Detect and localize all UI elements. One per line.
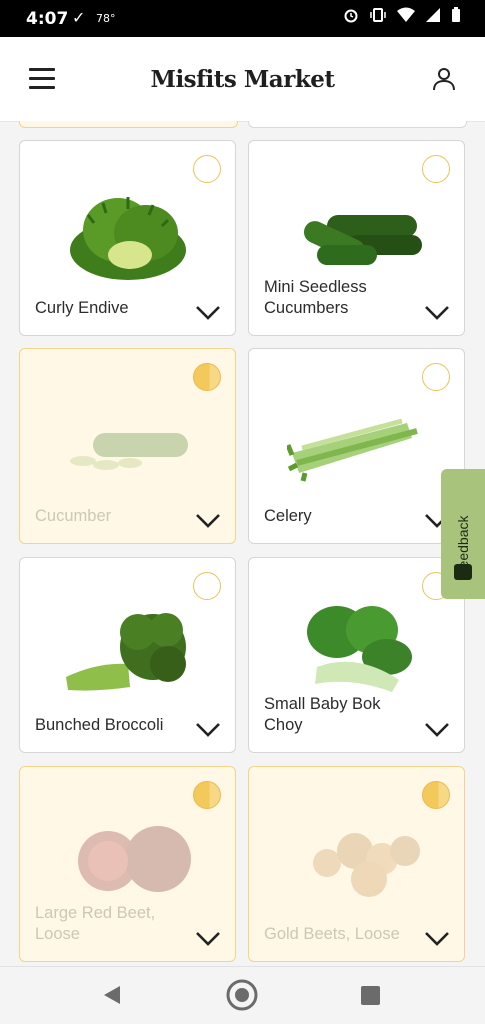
product-card[interactable]: Small Baby Bok Choy [248, 557, 465, 753]
chevron-down-icon[interactable] [424, 305, 450, 321]
product-card[interactable]: Large Red Beet, Loose [19, 766, 236, 962]
status-time: 4:07 [26, 9, 69, 29]
product-card[interactable]: Gold Beets, Loose [248, 766, 465, 962]
recents-icon[interactable] [361, 986, 380, 1005]
home-icon[interactable] [226, 979, 258, 1011]
battery-icon [452, 7, 460, 22]
chevron-down-icon[interactable] [195, 513, 221, 529]
product-name: Bunched Broccoli [35, 716, 164, 734]
chevron-down-icon[interactable] [424, 931, 450, 947]
user-icon[interactable] [432, 67, 456, 91]
feedback-smiley-icon [454, 564, 472, 580]
alarm-icon [344, 9, 358, 23]
product-name: Mini Seedless Cucumbers [264, 278, 367, 317]
product-name: Small Baby Bok Choy [264, 695, 381, 734]
card-stub [19, 121, 238, 128]
check-icon: ✓ [72, 8, 86, 27]
celery-image [287, 418, 418, 482]
chevron-down-icon[interactable] [195, 931, 221, 947]
brand-logo[interactable]: Misfits Market [0, 66, 485, 93]
android-nav-bar [0, 966, 485, 1024]
status-bar: 4:07 ✓ 78° [0, 0, 485, 37]
broccoli-image [66, 613, 186, 691]
red-beet-image [78, 826, 191, 892]
card-stub [248, 121, 467, 128]
bok-choy-image [307, 606, 412, 692]
chevron-down-icon[interactable] [424, 722, 450, 738]
product-name: Celery [264, 507, 312, 525]
cucumber-image [70, 433, 188, 470]
product-name: Gold Beets, Loose [264, 925, 400, 943]
app-header: Misfits Market [0, 37, 485, 122]
product-card[interactable]: Bunched Broccoli [19, 557, 236, 753]
chevron-down-icon[interactable] [195, 722, 221, 738]
gold-beets-image [313, 833, 420, 897]
status-icons [343, 7, 461, 23]
status-temperature: 78° [96, 12, 116, 25]
signal-icon [426, 8, 440, 22]
wifi-icon [397, 7, 415, 22]
product-grid: Curly Endive Mini Seedless Cucumbers Cuc… [0, 121, 485, 967]
product-name: Large Red Beet, Loose [35, 904, 156, 943]
product-card[interactable]: Curly Endive [19, 140, 236, 336]
product-card[interactable]: Cucumber [19, 348, 236, 544]
back-icon[interactable] [102, 985, 122, 1005]
chevron-down-icon[interactable] [195, 305, 221, 321]
mini-cucumbers-image [303, 215, 422, 265]
product-card[interactable]: Mini Seedless Cucumbers [248, 140, 465, 336]
vibrate-icon [370, 8, 386, 22]
product-name: Cucumber [35, 507, 112, 525]
product-card[interactable]: Celery [248, 348, 465, 544]
curly-endive-image [70, 197, 186, 280]
product-name: Curly Endive [35, 299, 129, 317]
feedback-tab[interactable]: Feedback [441, 469, 485, 599]
